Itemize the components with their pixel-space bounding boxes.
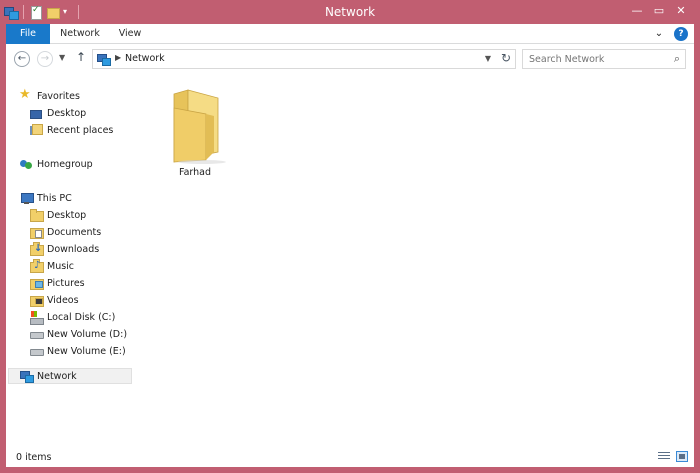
large-icons-view-icon[interactable] [676,451,688,462]
nav-item-new-volume-d[interactable]: New Volume (D:) [30,326,127,342]
videos-folder-icon [30,294,44,307]
status-bar: 0 items [6,448,694,467]
search-box[interactable]: ⌕ [522,49,686,69]
navigation-pane: Favorites Desktop Recent places Homegrou… [6,76,134,448]
nav-item-label: Favorites [37,90,80,102]
nav-item-label: Documents [47,226,102,238]
recent-places-icon [30,124,43,136]
breadcrumb-separator-icon[interactable]: ▶ [115,53,121,62]
nav-item-label: Network [37,370,77,382]
file-list-pane[interactable]: Farhad [140,76,694,448]
nav-item-local-disk-c[interactable]: Local Disk (C:) [30,309,115,325]
back-button[interactable]: ← [14,51,30,67]
tab-network[interactable]: Network [58,24,102,44]
nav-item-this-pc[interactable]: This PC [20,190,72,206]
nav-item-music[interactable]: Music [30,258,74,274]
expand-ribbon-chevron-icon[interactable]: ⌄ [652,27,666,41]
recent-locations-chevron-icon[interactable]: ▼ [59,53,65,62]
maximize-button[interactable]: ▭ [648,2,670,20]
nav-item-label: Videos [47,294,79,306]
nav-item-documents[interactable]: Documents [30,224,101,240]
tab-view[interactable]: View [110,24,150,44]
nav-item-label: Desktop [47,107,87,119]
nav-item-videos[interactable]: Videos [30,292,79,308]
explorer-window: ▾ Network — ▭ ✕ File Network View ⌄ ? ← … [0,0,700,473]
view-switcher [658,451,688,462]
close-button[interactable]: ✕ [670,2,692,20]
ribbon-right-controls: ⌄ ? [652,27,688,41]
nav-item-label: Local Disk (C:) [47,311,116,323]
breadcrumb-network[interactable]: Network [125,53,165,64]
network-icon [20,370,34,383]
drive-icon [30,345,44,357]
folder-label: Farhad [178,167,212,178]
nav-item-label: Pictures [47,277,85,289]
nav-item-label: This PC [37,192,72,204]
nav-item-label: Homegroup [37,158,93,170]
up-button[interactable]: ↑ [76,50,86,64]
nav-item-homegroup[interactable]: Homegroup [20,156,93,172]
nav-item-downloads[interactable]: Downloads [30,241,99,257]
favorites-star-icon [19,87,32,102]
nav-item-favorites[interactable]: Favorites [19,87,80,104]
explorer-client: File Network View ⌄ ? ← → ▼ ↑ ▶ Network … [6,24,694,467]
desktop-icon [30,109,42,119]
nav-item-label: New Volume (D:) [47,328,128,340]
desktop-folder-icon [30,209,44,222]
nav-item-desktop[interactable]: Desktop [30,105,86,121]
drive-icon [30,328,44,340]
forward-button[interactable]: → [37,51,53,67]
details-view-icon[interactable] [658,451,670,462]
nav-item-new-volume-e[interactable]: New Volume (E:) [30,343,126,359]
minimize-button[interactable]: — [626,2,648,20]
tab-file[interactable]: File [6,24,50,44]
window-controls: — ▭ ✕ [626,2,692,20]
folder-icon [173,89,226,164]
address-bar[interactable]: ▶ Network ▼ ↻ [92,49,516,69]
search-input[interactable] [523,50,663,68]
address-history-chevron-icon[interactable]: ▼ [485,54,491,63]
nav-item-pictures[interactable]: Pictures [30,275,85,291]
nav-item-pc-desktop[interactable]: Desktop [30,207,86,223]
system-drive-icon [30,311,44,325]
homegroup-icon [20,158,32,170]
downloads-folder-icon [30,242,44,256]
refresh-icon[interactable]: ↻ [501,51,511,65]
pictures-folder-icon [30,277,44,290]
music-folder-icon [30,259,44,273]
item-count: 0 items [16,452,52,463]
nav-item-recent-places[interactable]: Recent places [30,122,113,138]
nav-item-label: Music [47,260,75,272]
title-bar[interactable]: ▾ Network — ▭ ✕ [0,0,700,24]
nav-item-label: Downloads [47,243,100,255]
search-icon[interactable]: ⌕ [674,52,680,66]
documents-folder-icon [30,226,44,239]
network-icon [97,53,111,66]
nav-item-label: Recent places [47,124,114,136]
navigation-bar: ← → ▼ ↑ ▶ Network ▼ ↻ ⌕ [6,45,694,73]
nav-item-label: New Volume (E:) [47,345,126,357]
help-icon[interactable]: ? [674,27,688,41]
nav-item-label: Desktop [47,209,87,221]
nav-item-network[interactable]: Network [8,368,132,384]
folder-item[interactable]: Farhad [160,88,230,180]
window-title: Network [324,5,376,19]
ribbon-tabs: File Network View ⌄ ? [6,24,694,44]
this-pc-icon [20,192,34,204]
